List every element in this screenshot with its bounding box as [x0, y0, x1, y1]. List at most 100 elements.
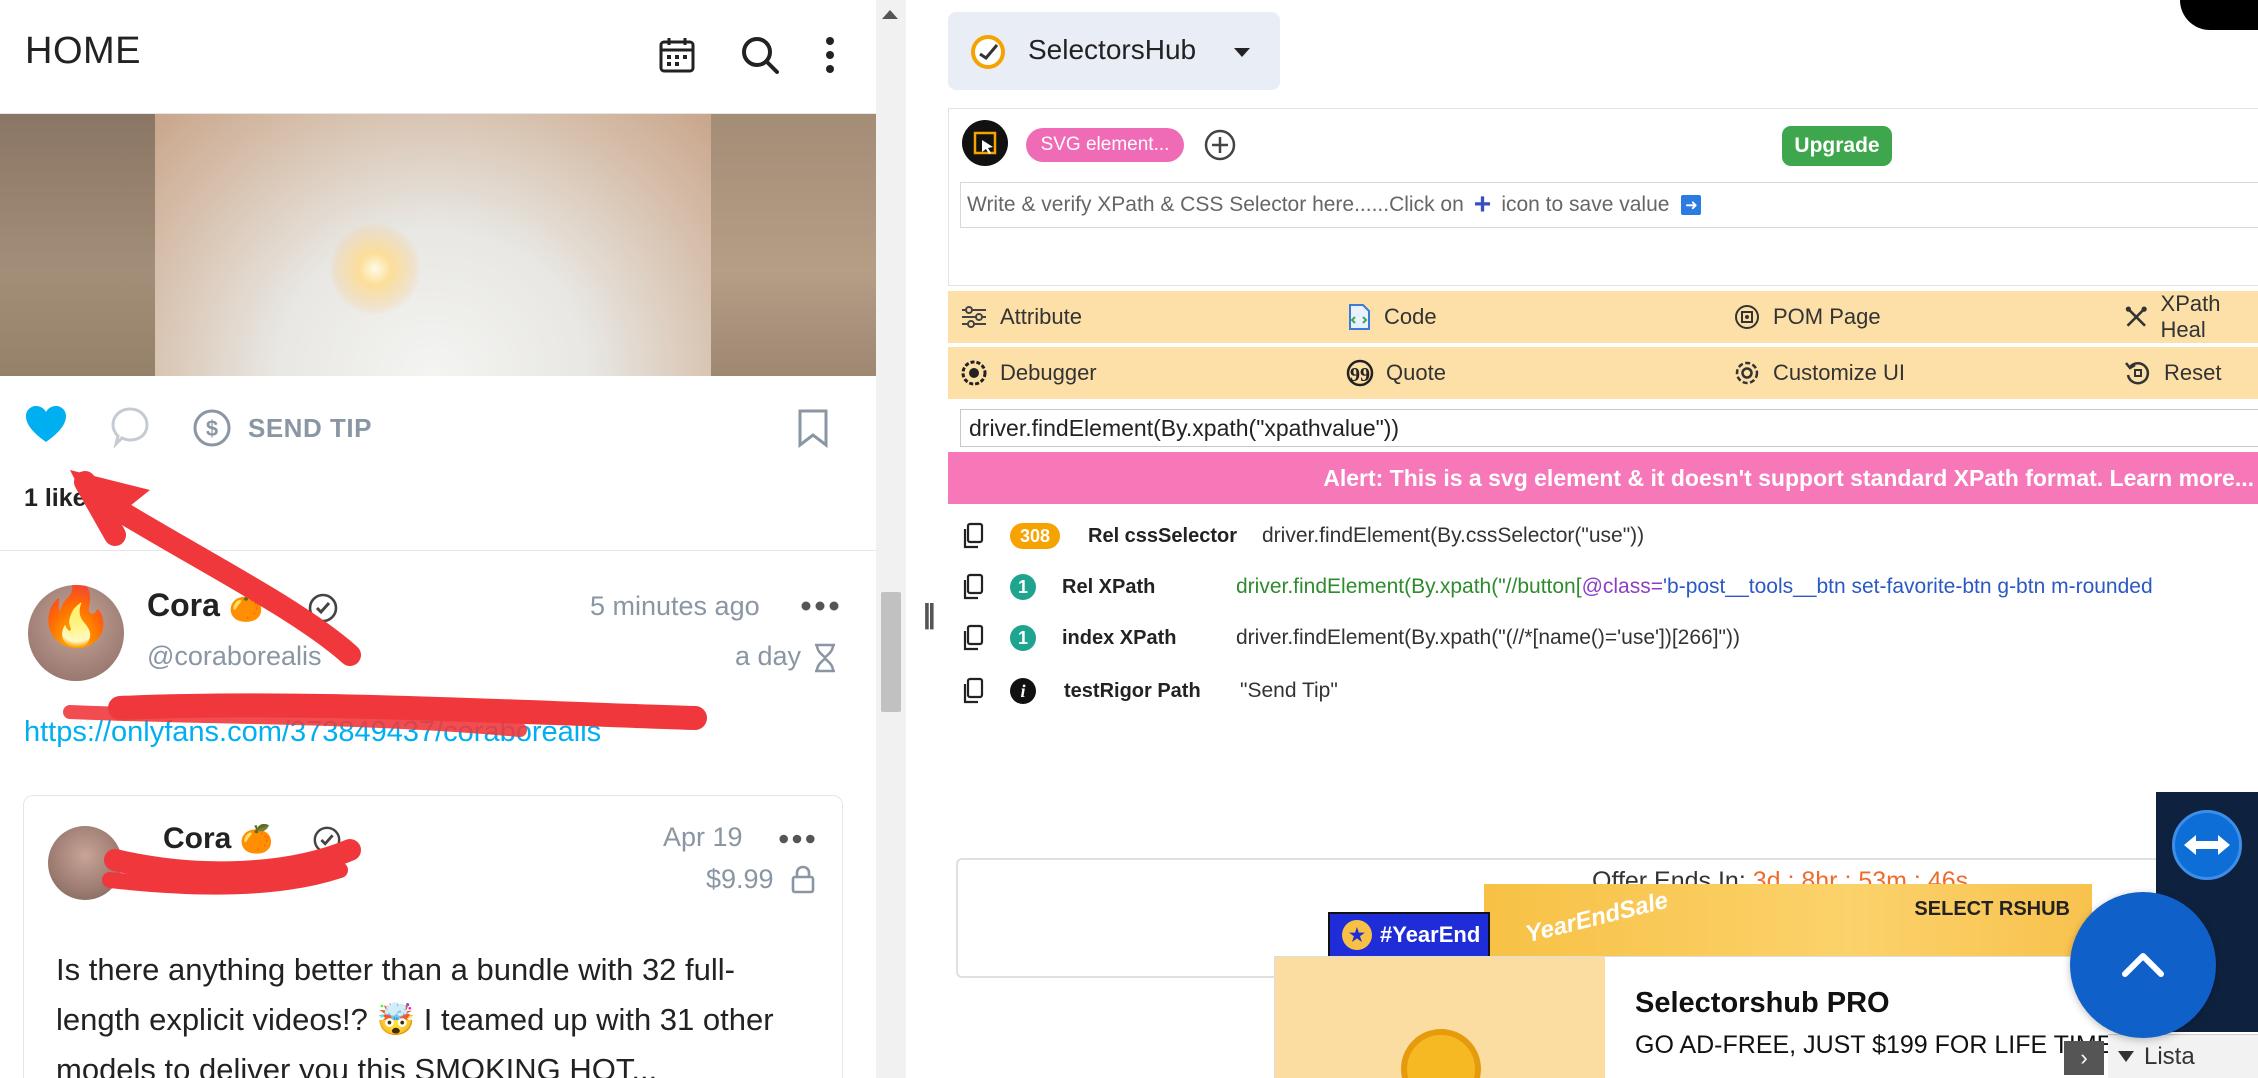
- selector-value[interactable]: driver.findElement(By.xpath("//button[@c…: [1236, 575, 2153, 599]
- selector-label: Rel cssSelector: [1088, 524, 1237, 547]
- post-actions: $: [0, 376, 876, 466]
- code-file-icon: [1349, 304, 1370, 330]
- comment-icon[interactable]: [110, 406, 150, 448]
- lock-icon: [791, 865, 815, 894]
- comment-expiry: a day: [735, 641, 802, 671]
- bookmark-icon[interactable]: [796, 408, 830, 448]
- year-end-tag[interactable]: ★ #YearEnd: [1328, 912, 1490, 958]
- debugger-button[interactable]: Debugger: [960, 347, 1097, 399]
- driver-command-input[interactable]: driver.findElement(By.xpath("xpathvalue"…: [960, 409, 2258, 447]
- match-count-badge: 308: [1010, 523, 1060, 549]
- selector-row: 308 Rel cssSelector driver.findElement(B…: [948, 511, 2258, 561]
- info-icon: i: [1010, 678, 1036, 704]
- promo-subtitle: GO AD-FREE, JUST $199 FOR LIFE TIME: [1635, 1031, 2114, 1059]
- selector-row: 1 Rel XPath driver.findElement(By.xpath(…: [948, 562, 2258, 612]
- quote-button[interactable]: 99 Quote: [1346, 347, 1446, 399]
- card-author-name[interactable]: Cora 🍊: [163, 822, 342, 856]
- more-horizontal-icon[interactable]: [800, 600, 840, 612]
- feed-panel: HOME $ SEND TIP 1 like 🔥 Cora 🍊 @corabor…: [0, 0, 876, 1078]
- panel-splitter[interactable]: ||: [906, 0, 948, 1078]
- reset-button[interactable]: Reset: [2124, 347, 2221, 399]
- attribute-button[interactable]: Attribute: [960, 291, 1082, 343]
- dollar-icon[interactable]: $: [192, 408, 232, 448]
- selector-row: 1 index XPath driver.findElement(By.xpat…: [948, 613, 2258, 663]
- card-price: $9.99: [706, 864, 774, 894]
- peach-emoji: 🍊: [228, 591, 264, 622]
- copy-icon[interactable]: [962, 677, 984, 705]
- copy-icon[interactable]: [962, 573, 984, 601]
- svg-text:$: $: [206, 416, 218, 441]
- verified-icon: [308, 593, 337, 622]
- selector-label: Rel XPath: [1062, 575, 1156, 598]
- tools-icon: [2125, 306, 2147, 327]
- arrow-right-icon: ➜: [1681, 195, 1702, 215]
- card-date: Apr 19: [663, 822, 743, 852]
- svg-text:99: 99: [1350, 364, 1370, 386]
- add-circle-icon[interactable]: [1203, 128, 1237, 162]
- selector-label: testRigor Path: [1064, 679, 1201, 702]
- selectorshub-panel: SelectorsHub SVG element... Upgrade Writ…: [948, 0, 2258, 1078]
- toolbar-row-1: Attribute Code POM Page XPath Heal: [948, 291, 2258, 343]
- chevron-right-icon[interactable]: ›: [2064, 1041, 2104, 1075]
- calendar-icon[interactable]: [652, 30, 702, 80]
- scroll-up-arrow-icon[interactable]: [882, 10, 898, 19]
- peach-emoji: 🍊: [239, 824, 274, 854]
- more-horizontal-icon[interactable]: [778, 833, 816, 845]
- customize-ui-button[interactable]: Customize UI: [1733, 347, 1905, 399]
- more-vertical-icon[interactable]: [805, 30, 855, 80]
- taskbar-list[interactable]: › Lista: [2064, 1034, 2258, 1078]
- teamviewer-icon[interactable]: [2172, 810, 2242, 880]
- chevron-up-icon: [2122, 953, 2164, 977]
- verified-icon: [313, 826, 341, 854]
- sliders-icon: [962, 306, 986, 328]
- svg-element-badge[interactable]: SVG element...: [1026, 128, 1184, 162]
- reset-icon: [2125, 362, 2150, 385]
- likes-count[interactable]: 1 like: [24, 484, 87, 513]
- selectorshub-dropdown[interactable]: SelectorsHub: [948, 12, 1280, 90]
- year-end-sale-banner[interactable]: YearEndSale SELECT RSHUB: [1484, 884, 2092, 956]
- copy-icon[interactable]: [962, 624, 984, 652]
- pom-page-button[interactable]: POM Page: [1733, 291, 1881, 343]
- comment-time: 5 minutes ago: [590, 591, 760, 621]
- profile-link[interactable]: https://onlyfans.com/373849437/coraborea…: [24, 716, 601, 749]
- scroll-to-top-button[interactable]: [2070, 892, 2216, 1038]
- toolbar-row-2: Debugger 99 Quote Customize UI Reset: [948, 347, 2258, 399]
- gear-icon: [1735, 361, 1759, 385]
- comment-author-handle[interactable]: @coraborealis: [147, 641, 322, 672]
- dropdown-label: SelectorsHub: [1028, 34, 1197, 65]
- plus-icon: +: [1473, 188, 1492, 221]
- promo-title: Selectorshub PRO: [1635, 987, 1890, 1019]
- selectorshub-logo-icon: [971, 35, 1005, 69]
- selector-label: index XPath: [1062, 626, 1177, 649]
- avatar[interactable]: [48, 826, 122, 900]
- code-button[interactable]: Code: [1346, 291, 1437, 343]
- comment-author-name[interactable]: Cora 🍊: [147, 587, 339, 624]
- xpath-input[interactable]: Write & verify XPath & CSS Selector here…: [960, 182, 2258, 228]
- chevron-down-icon: [1234, 48, 1250, 57]
- feed-header: HOME: [0, 0, 876, 114]
- selectorshub-coin-icon: [1401, 1029, 1481, 1078]
- bug-gear-icon: [961, 360, 987, 386]
- send-tip-button[interactable]: SEND TIP: [248, 413, 372, 444]
- heart-icon[interactable]: [24, 404, 68, 444]
- page-title: HOME: [25, 30, 141, 72]
- copy-icon[interactable]: [962, 522, 984, 550]
- match-count-badge: 1: [1010, 625, 1036, 651]
- selector-value[interactable]: driver.findElement(By.xpath("(//*[name()…: [1236, 626, 1740, 650]
- svg-alert-banner[interactable]: Alert: This is a svg element & it doesn'…: [948, 452, 2258, 504]
- xpath-heal-button[interactable]: XPath Heal: [2124, 291, 2258, 343]
- avatar[interactable]: 🔥: [28, 585, 124, 681]
- quote-icon: 99: [1346, 359, 1374, 387]
- selector-row: i testRigor Path "Send Tip": [948, 666, 2258, 716]
- hourglass-icon: [815, 643, 835, 673]
- post-image[interactable]: [0, 114, 876, 376]
- search-icon[interactable]: [735, 30, 785, 80]
- selector-value[interactable]: driver.findElement(By.cssSelector("use")…: [1262, 524, 1644, 548]
- pom-target-icon: [1735, 305, 1759, 329]
- selector-value[interactable]: "Send Tip": [1240, 679, 1338, 703]
- inspect-target-icon[interactable]: [962, 120, 1008, 166]
- upgrade-button[interactable]: Upgrade: [1782, 126, 1892, 166]
- divider: [0, 550, 876, 551]
- feed-scrollbar[interactable]: [876, 0, 906, 1078]
- scrollbar-thumb[interactable]: [881, 592, 901, 712]
